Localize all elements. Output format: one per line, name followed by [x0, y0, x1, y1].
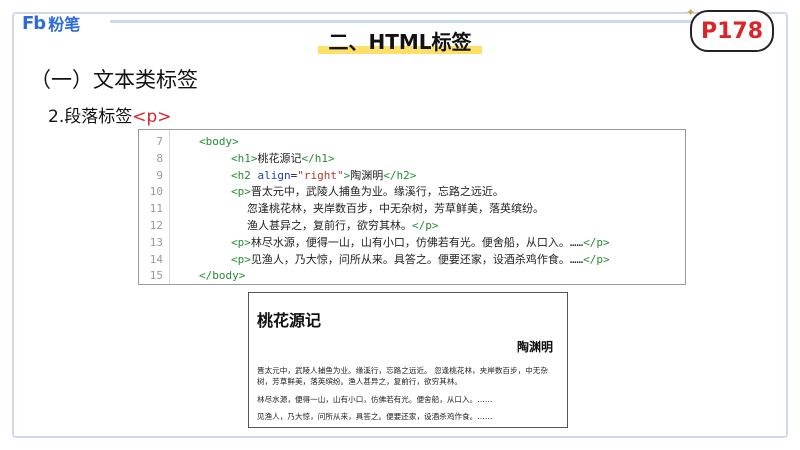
line-number: 14 — [149, 252, 163, 266]
code-token: 陶渊明 — [350, 168, 384, 182]
code-text: <p>晋太元中，武陵人捕鱼为业。缘溪行，忘路之远近。 — [231, 184, 504, 200]
header-divider — [110, 20, 700, 23]
code-text: <h2 align="right">陶渊明</h2> — [231, 168, 416, 184]
code-token: 渔人甚异之，复前行，欲穷其林。 — [247, 219, 412, 232]
page-badge: ✦ P178 — [686, 6, 774, 52]
code-token: </p> — [583, 235, 610, 249]
title-wrap: 二、HTML标签 — [0, 26, 800, 55]
preview-paragraph-2: 林尽水源，便得一山，山有小口，仿佛若有光。便舍船，从口入。…… — [257, 395, 493, 404]
code-line: 8 <h1>桃花源记</h1> — [139, 151, 334, 167]
code-line: 13 <p>林尽水源，便得一山，山有小口，仿佛若有光。便舍船，从口入。……</p> — [139, 235, 610, 251]
line-number: 15 — [149, 269, 163, 283]
sparkle-icon: ✦ — [686, 6, 696, 19]
code-token: align — [257, 168, 291, 182]
code-text: <h1>桃花源记</h1> — [231, 151, 335, 167]
sub-heading: 2.段落标签<p> — [48, 102, 172, 127]
code-editor: 7 <body> 8 <h1>桃花源记</h1> 9 <h2 align="right">… — [138, 129, 686, 285]
code-line: 7 <body> — [139, 134, 238, 150]
preview-paragraph-3: 见渔人，乃大惊，问所从来，具答之。便要还家，设酒杀鸡作食。…… — [257, 412, 493, 421]
preview-paragraph-1: 晋太元中，武陵人捕鱼为业。缘溪行，忘路之远近。 忽逢桃花林，夹岸数百步，中无杂 … — [257, 365, 557, 387]
code-token: <body> — [199, 135, 239, 148]
browser-preview: 桃花源记 陶渊明 晋太元中，武陵人捕鱼为业。缘溪行，忘路之远近。 忽逢桃花林，夹… — [248, 292, 568, 428]
code-token: "right" — [297, 168, 344, 182]
slide-title: 二、HTML标签 — [318, 26, 482, 55]
code-token: <p> — [231, 235, 251, 249]
preview-h1: 桃花源记 — [257, 311, 322, 330]
code-token: 忽逢桃花林，夹岸数百步，中无杂树，芳草鲜美，落英缤纷。 — [247, 202, 544, 216]
code-text: </body> — [199, 268, 245, 284]
slide-title-text: 二、HTML标签 — [328, 30, 472, 54]
code-token: <h1> — [231, 151, 258, 165]
code-text: <p>见渔人，乃大惊，问所从来。具答之。便要还家，设酒杀鸡作食。……</p> — [231, 252, 610, 268]
sub-heading-tag: <p> — [132, 107, 172, 127]
code-line: 9 <h2 align="right">陶渊明</h2> — [139, 168, 416, 184]
code-token: </h1> — [301, 151, 335, 165]
code-token: </body> — [199, 269, 246, 283]
line-number: 13 — [149, 235, 163, 249]
code-token: <p> — [231, 252, 251, 266]
code-token: </p> — [412, 219, 439, 232]
code-text: 忽逢桃花林，夹岸数百步，中无杂树，芳草鲜美，落英缤纷。 — [247, 201, 544, 217]
line-number: 12 — [149, 219, 163, 232]
preview-paragraph-1-line-2: 树，芳草鲜美，落英缤纷。渔人甚异之，复前行，欲穷其林。 — [257, 377, 463, 386]
code-token: 晋太元中，武陵人捕鱼为业。缘溪行，忘路之远近。 — [250, 185, 504, 199]
code-token: <p> — [231, 185, 251, 199]
line-number: 8 — [156, 151, 163, 165]
page-number: P178 — [700, 18, 764, 44]
code-token: </h2> — [383, 168, 417, 182]
preview-h2: 陶渊明 — [516, 340, 553, 354]
code-text: <p>林尽水源，便得一山，山有小口，仿佛若有光。便舍船，从口入。……</p> — [231, 235, 610, 251]
code-line: 15 </body> — [139, 268, 246, 284]
preview-paragraph-1-line-1: 晋太元中，武陵人捕鱼为业。缘溪行，忘路之远近。 忽逢桃花林，夹岸数百步，中无杂 — [257, 366, 548, 375]
line-number: 10 — [149, 185, 163, 199]
line-number: 11 — [149, 202, 163, 216]
code-text: <body> — [199, 134, 239, 150]
code-token: 林尽水源，便得一山，山有小口，仿佛若有光。便舍船，从口入。…… — [250, 235, 584, 249]
sub-heading-text: 2.段落标签 — [48, 107, 133, 127]
code-token: <h2 — [231, 168, 258, 182]
code-line: 12 渔人甚异之，复前行，欲穷其林。</p> — [139, 218, 439, 234]
code-text: 渔人甚异之，复前行，欲穷其林。</p> — [247, 218, 439, 234]
code-line: 11 忽逢桃花林，夹岸数百步，中无杂树，芳草鲜美，落英缤纷。 — [139, 201, 544, 217]
code-token: 见渔人，乃大惊，问所从来。具答之。便要还家，设酒杀鸡作食。…… — [250, 252, 584, 266]
code-line: 10 <p>晋太元中，武陵人捕鱼为业。缘溪行，忘路之远近。 — [139, 184, 504, 200]
code-token: </p> — [583, 252, 610, 266]
section-heading: （一）文本类标签 — [30, 68, 198, 92]
code-token: 桃花源记 — [257, 151, 302, 165]
code-line: 14 <p>见渔人，乃大惊，问所从来。具答之。便要还家，设酒杀鸡作食。……</p> — [139, 252, 610, 268]
line-number: 7 — [156, 135, 163, 148]
line-number: 9 — [156, 168, 163, 182]
